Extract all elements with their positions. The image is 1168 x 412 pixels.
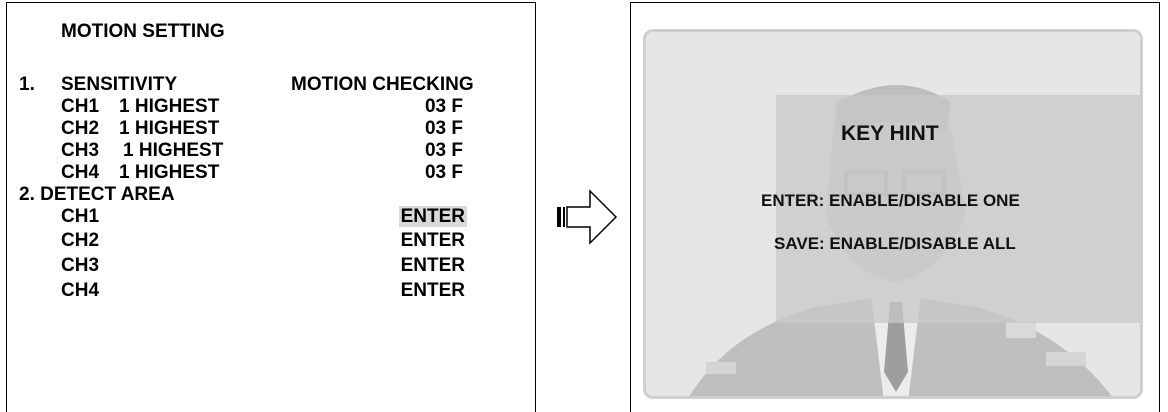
detect-enter-button[interactable]: ENTER [398, 206, 467, 227]
detect-enter-button[interactable]: ENTER [363, 230, 465, 252]
motion-checking-value[interactable]: 03 F [377, 162, 463, 184]
detect-enter-button[interactable]: ENTER [363, 280, 465, 302]
detect-channel-label: CH3 [61, 255, 100, 276]
sensitivity-channel-label: CH4 [61, 162, 100, 183]
motion-setting-panel: MOTION SETTING 1. SENSITIVITY MOTION CHE… [6, 2, 536, 412]
sensitivity-value[interactable]: 1 HIGHEST [119, 162, 219, 184]
sensitivity-value[interactable]: 1 HIGHEST [123, 140, 223, 162]
motion-checking-value[interactable]: 03 F [377, 140, 463, 162]
page-title: MOTION SETTING [61, 21, 225, 42]
detect-channel-label: CH4 [61, 280, 100, 301]
sensitivity-value[interactable]: 1 HIGHEST [119, 96, 219, 118]
key-hint-save-line: SAVE: ENABLE/DISABLE ALL [774, 234, 1016, 253]
sensitivity-value[interactable]: 1 HIGHEST [119, 118, 219, 140]
key-hint-panel: KEY HINT ENTER: ENABLE/DISABLE ONE SAVE:… [630, 2, 1160, 412]
detect-channel-label: CH2 [61, 230, 100, 251]
detect-area-heading: 2. DETECT AREA [19, 184, 175, 205]
right-arrow-icon [557, 189, 618, 245]
key-hint-enter-line: ENTER: ENABLE/DISABLE ONE [761, 191, 1020, 210]
motion-checking-value[interactable]: 03 F [377, 96, 463, 118]
motion-checking-heading: MOTION CHECKING [291, 74, 474, 95]
motion-checking-value[interactable]: 03 F [377, 118, 463, 140]
detect-enter-button[interactable]: ENTER [363, 255, 465, 277]
sensitivity-channel-label: CH3 [61, 140, 100, 161]
sensitivity-channel-label: CH2 [61, 118, 100, 139]
camera-preview [643, 29, 1143, 399]
detect-channel-label: CH1 [61, 206, 100, 227]
enter-cell: ENTER [363, 206, 467, 228]
sensitivity-heading: SENSITIVITY [61, 74, 178, 95]
sensitivity-channel-label: CH1 [61, 96, 100, 117]
key-hint-title: KEY HINT [841, 122, 939, 145]
section-number-1: 1. [19, 74, 35, 95]
